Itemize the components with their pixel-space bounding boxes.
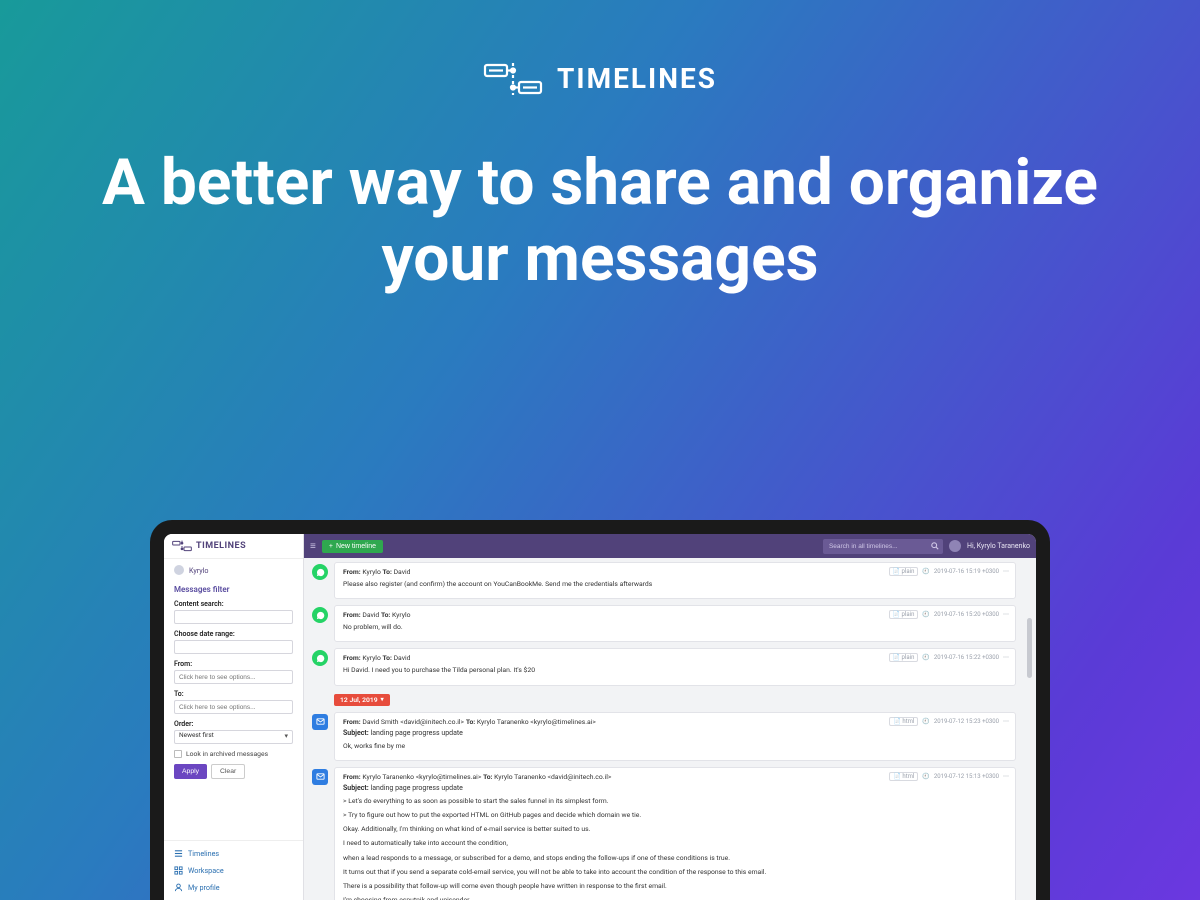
whatsapp-icon	[312, 564, 328, 580]
message-card[interactable]: 📄 plain 🕘 2019-07-16 15:22 +0300 ⋯ From:…	[334, 648, 1016, 685]
message-body: Ok, works fine by me	[343, 741, 1007, 751]
nav-workspace-label: Workspace	[188, 866, 224, 875]
message-card[interactable]: 📄 html 🕘 2019-07-12 15:23 +0300 ⋯ From: …	[334, 712, 1016, 761]
message-body: Please also register (and confirm) the a…	[343, 579, 1007, 589]
message-timestamp: 2019-07-16 15:19 +0300	[934, 568, 999, 575]
topbar-greeting: Hi, Kyrylo Taranenko	[967, 542, 1030, 550]
content-search-input[interactable]	[174, 610, 293, 624]
more-icon[interactable]: ⋯	[1003, 568, 1009, 575]
timelines-logo-icon	[172, 540, 192, 552]
clock-icon: 🕘	[922, 773, 929, 780]
checkbox-icon	[174, 750, 182, 758]
hero-brand-text: TIMELINES	[557, 62, 717, 95]
date-separator[interactable]: 12 Jul, 2019	[334, 694, 390, 706]
app-screen: TIMELINES Kyrylo Messages filter Content…	[164, 534, 1036, 900]
topbar-avatar[interactable]	[949, 540, 961, 552]
nav-timelines-label: Timelines	[188, 849, 219, 858]
search-icon[interactable]	[931, 542, 939, 550]
topbar: ≡ + New timeline Hi, Kyrylo Taranenko	[304, 534, 1036, 558]
message-row: 📄 html 🕘 2019-07-12 15:13 +0300 ⋯ From: …	[312, 767, 1016, 900]
global-search-input[interactable]	[823, 539, 943, 554]
format-badge: 📄 plain	[889, 567, 919, 576]
sidebar-user[interactable]: Kyrylo	[164, 559, 303, 581]
message-timestamp: 2019-07-16 15:20 +0300	[934, 611, 999, 618]
message-feed: 📄 plain 🕘 2019-07-16 15:19 +0300 ⋯ From:…	[304, 558, 1036, 900]
user-icon	[174, 883, 183, 892]
whatsapp-icon	[312, 650, 328, 666]
list-icon	[174, 849, 183, 858]
format-badge: 📄 html	[889, 772, 918, 781]
email-icon	[312, 714, 328, 730]
date-range-label: Choose date range:	[174, 630, 293, 638]
whatsapp-icon	[312, 607, 328, 623]
plus-icon: +	[329, 543, 333, 550]
nav-timelines[interactable]: Timelines	[164, 845, 303, 862]
clock-icon: 🕘	[922, 718, 929, 725]
hero-brand: TIMELINES	[0, 62, 1200, 95]
apply-button[interactable]: Apply	[174, 764, 207, 779]
main-panel: ≡ + New timeline Hi, Kyrylo Taranenko	[304, 534, 1036, 900]
more-icon[interactable]: ⋯	[1003, 611, 1009, 618]
message-body: No problem, will do.	[343, 622, 1007, 632]
message-row: 📄 plain 🕘 2019-07-16 15:20 +0300 ⋯ From:…	[312, 605, 1016, 642]
message-row: 📄 html 🕘 2019-07-12 15:23 +0300 ⋯ From: …	[312, 712, 1016, 761]
message-timestamp: 2019-07-12 15:13 +0300	[934, 773, 999, 780]
from-input[interactable]	[174, 670, 293, 684]
avatar-icon	[174, 565, 184, 575]
format-badge: 📄 html	[889, 717, 918, 726]
app-logo[interactable]: TIMELINES	[164, 534, 303, 559]
format-badge: 📄 plain	[889, 610, 919, 619]
filter-title: Messages filter	[164, 581, 303, 598]
nav-profile-label: My profile	[188, 883, 220, 892]
timelines-logo-icon	[483, 63, 543, 95]
from-label: From:	[174, 660, 293, 668]
hero-headline: A better way to share and organize your …	[0, 145, 1200, 296]
new-timeline-button[interactable]: + New timeline	[322, 540, 383, 553]
sidebar: TIMELINES Kyrylo Messages filter Content…	[164, 534, 304, 900]
clock-icon: 🕘	[922, 568, 929, 575]
order-select[interactable]: Newest first	[174, 730, 293, 744]
message-card[interactable]: 📄 plain 🕘 2019-07-16 15:20 +0300 ⋯ From:…	[334, 605, 1016, 642]
clock-icon: 🕘	[922, 611, 929, 618]
message-row: 📄 plain 🕘 2019-07-16 15:22 +0300 ⋯ From:…	[312, 648, 1016, 685]
clock-icon: 🕘	[922, 654, 929, 661]
format-badge: 📄 plain	[889, 653, 919, 662]
archived-checkbox[interactable]: Look in archived messages	[164, 748, 303, 760]
email-icon	[312, 769, 328, 785]
message-body: Hi David. I need you to purchase the Til…	[343, 665, 1007, 675]
to-input[interactable]	[174, 700, 293, 714]
laptop-frame: TIMELINES Kyrylo Messages filter Content…	[150, 520, 1050, 900]
archived-label: Look in archived messages	[186, 750, 268, 758]
date-range-input[interactable]	[174, 640, 293, 654]
nav-workspace[interactable]: Workspace	[164, 862, 303, 879]
message-row: 📄 plain 🕘 2019-07-16 15:19 +0300 ⋯ From:…	[312, 562, 1016, 599]
clear-button[interactable]: Clear	[211, 764, 245, 779]
to-label: To:	[174, 690, 293, 698]
order-label: Order:	[174, 720, 293, 728]
more-icon[interactable]: ⋯	[1003, 773, 1009, 780]
message-timestamp: 2019-07-12 15:23 +0300	[934, 718, 999, 725]
message-body: > Let's do everything to as soon as poss…	[343, 796, 1007, 900]
content-search-label: Content search:	[174, 600, 293, 608]
message-card[interactable]: 📄 html 🕘 2019-07-12 15:13 +0300 ⋯ From: …	[334, 767, 1016, 900]
new-timeline-label: New timeline	[336, 543, 376, 550]
more-icon[interactable]: ⋯	[1003, 654, 1009, 661]
order-select-value: Newest first	[179, 731, 214, 739]
nav-profile[interactable]: My profile	[164, 879, 303, 896]
more-icon[interactable]: ⋯	[1003, 718, 1009, 725]
hamburger-icon[interactable]: ≡	[310, 541, 316, 552]
message-card[interactable]: 📄 plain 🕘 2019-07-16 15:19 +0300 ⋯ From:…	[334, 562, 1016, 599]
grid-icon	[174, 866, 183, 875]
scrollbar[interactable]	[1027, 618, 1032, 678]
sidebar-user-name: Kyrylo	[189, 566, 209, 575]
sidebar-nav: Timelines Workspace My profile	[164, 840, 303, 900]
message-timestamp: 2019-07-16 15:22 +0300	[934, 654, 999, 661]
app-logo-text: TIMELINES	[196, 541, 246, 551]
